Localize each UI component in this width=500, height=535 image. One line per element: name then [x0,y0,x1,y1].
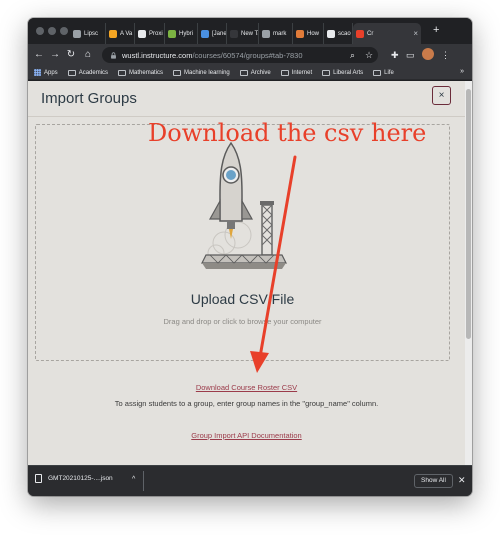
bookmark-apps[interactable]: Apps [34,69,58,76]
favicon-icon [262,29,270,38]
browser-tab[interactable]: How [293,23,324,44]
tab-label: scao [338,30,351,37]
close-modal-button[interactable]: × [432,86,451,105]
bookmark-folder-machine-learning[interactable]: Machine learning [173,69,230,76]
bookmark-star-icon[interactable]: ☆ [365,47,373,63]
tab-label: Hybri [179,30,194,37]
download-item[interactable]: GMT20210125-....json [35,474,113,483]
modal-title: Import Groups [41,90,137,107]
back-button[interactable]: ← [32,47,46,63]
browser-tab[interactable]: A Va [106,23,135,44]
folder-icon [67,69,76,76]
bookmark-folder-academics[interactable]: Academics [67,69,108,76]
new-tab-button[interactable]: + [433,24,439,36]
browser-tab[interactable]: Lipsc [70,23,106,44]
favicon-icon [73,29,81,38]
bookmark-folder-liberal-arts[interactable]: Liberal Arts [322,69,363,76]
close-window-button[interactable] [36,27,44,35]
lock-icon [111,51,116,59]
more-menu-icon[interactable]: ⋮ [441,47,450,63]
url-path: /courses/60574/groups#tab-7830 [192,50,303,60]
upload-subtitle: Drag and drop or click to browse your co… [163,317,322,326]
favicon-icon [109,29,117,38]
favicon-icon [356,29,364,38]
favicon-icon [201,29,209,38]
tab-label: Proxi [149,30,163,37]
annotation-text: Download the csv here [148,119,427,147]
download-filename: GMT20210125-....json [48,475,113,482]
tab-strip: Lipsc A Va Proxi Hybri [Jane New Tab mark How sc… [28,18,472,44]
forward-button[interactable]: → [48,47,62,63]
folder-icon [280,69,289,76]
browser-tab[interactable]: New Tab [227,23,259,44]
page-content: Import Groups × Upload CSV File Drag and… [28,81,472,465]
browser-tab[interactable]: [Jane [198,23,227,44]
bookmark-folder-life[interactable]: Life [373,69,394,76]
reload-button[interactable]: ↻ [64,47,78,63]
url-host: wustl.instructure.com [122,50,193,60]
download-roster-link[interactable]: Download Course Roster CSV [28,383,465,392]
file-icon [35,474,42,483]
tab-label: [Jane [212,30,227,37]
download-bar: GMT20210125-....json ^ Show All ✕ [28,465,472,496]
tab-label: A Va [120,30,133,37]
bookmark-folder-mathematics[interactable]: Mathematics [118,69,163,76]
toolbar: ← → ↻ ⌂ wustl.instructure.com /courses/6… [28,44,472,66]
address-bar[interactable]: wustl.instructure.com /courses/60574/gro… [102,47,378,63]
browser-window: Lipsc A Va Proxi Hybri [Jane New Tab mark How sc… [28,18,472,496]
tab-label: Lipsc [84,30,99,37]
scrollbar-thumb[interactable] [466,89,471,339]
folder-icon [118,69,127,76]
rocket-launch-icon [201,141,287,269]
api-docs-link[interactable]: Group Import API Documentation [28,431,465,440]
tab-label: How [307,30,320,37]
folder-icon [239,69,248,76]
download-separator [143,471,144,491]
csv-dropzone[interactable]: Upload CSV File Drag and drop or click t… [35,124,450,361]
tab-label: mark [273,30,287,37]
favicon-icon [230,29,238,38]
close-tab-icon[interactable]: × [413,29,418,38]
modal-divider [28,116,465,117]
cast-icon[interactable]: ▭ [406,47,415,63]
tab-label: Cr [367,30,374,37]
favicon-icon [296,29,304,38]
assign-instructions: To assign students to a group, enter gro… [114,399,379,408]
bookmarks-bar: Apps Academics Mathematics Machine learn… [28,66,472,80]
extensions-icon[interactable]: ✚ [391,47,399,63]
close-download-bar-icon[interactable]: ✕ [458,475,466,486]
browser-tab[interactable]: Cr × [353,23,421,44]
chevron-up-icon[interactable]: ^ [132,476,135,483]
bookmark-folder-archive[interactable]: Archive [239,69,271,76]
apps-grid-icon [34,69,41,76]
folder-icon [322,69,331,76]
upload-title: Upload CSV File [190,291,295,307]
tab-label: New Tab [241,30,258,37]
folder-icon [373,69,382,76]
browser-tab[interactable]: Hybri [165,23,198,44]
bookmark-folder-internet[interactable]: Internet [280,69,312,76]
favicon-icon [168,29,176,38]
browser-tab[interactable]: Proxi [135,23,165,44]
bookmarks-overflow-icon[interactable]: » [460,68,464,75]
search-icon[interactable]: ⌕ [350,47,355,63]
folder-icon [173,69,182,76]
minimize-window-button[interactable] [48,27,56,35]
show-all-button[interactable]: Show All [414,474,453,488]
page-scrollbar[interactable] [465,81,472,465]
avatar[interactable] [422,48,434,60]
home-button[interactable]: ⌂ [81,47,95,63]
browser-tab[interactable]: mark [259,23,293,44]
favicon-icon [327,29,335,38]
browser-tab[interactable]: scao [324,23,353,44]
favicon-icon [138,29,146,38]
maximize-window-button[interactable] [60,27,68,35]
